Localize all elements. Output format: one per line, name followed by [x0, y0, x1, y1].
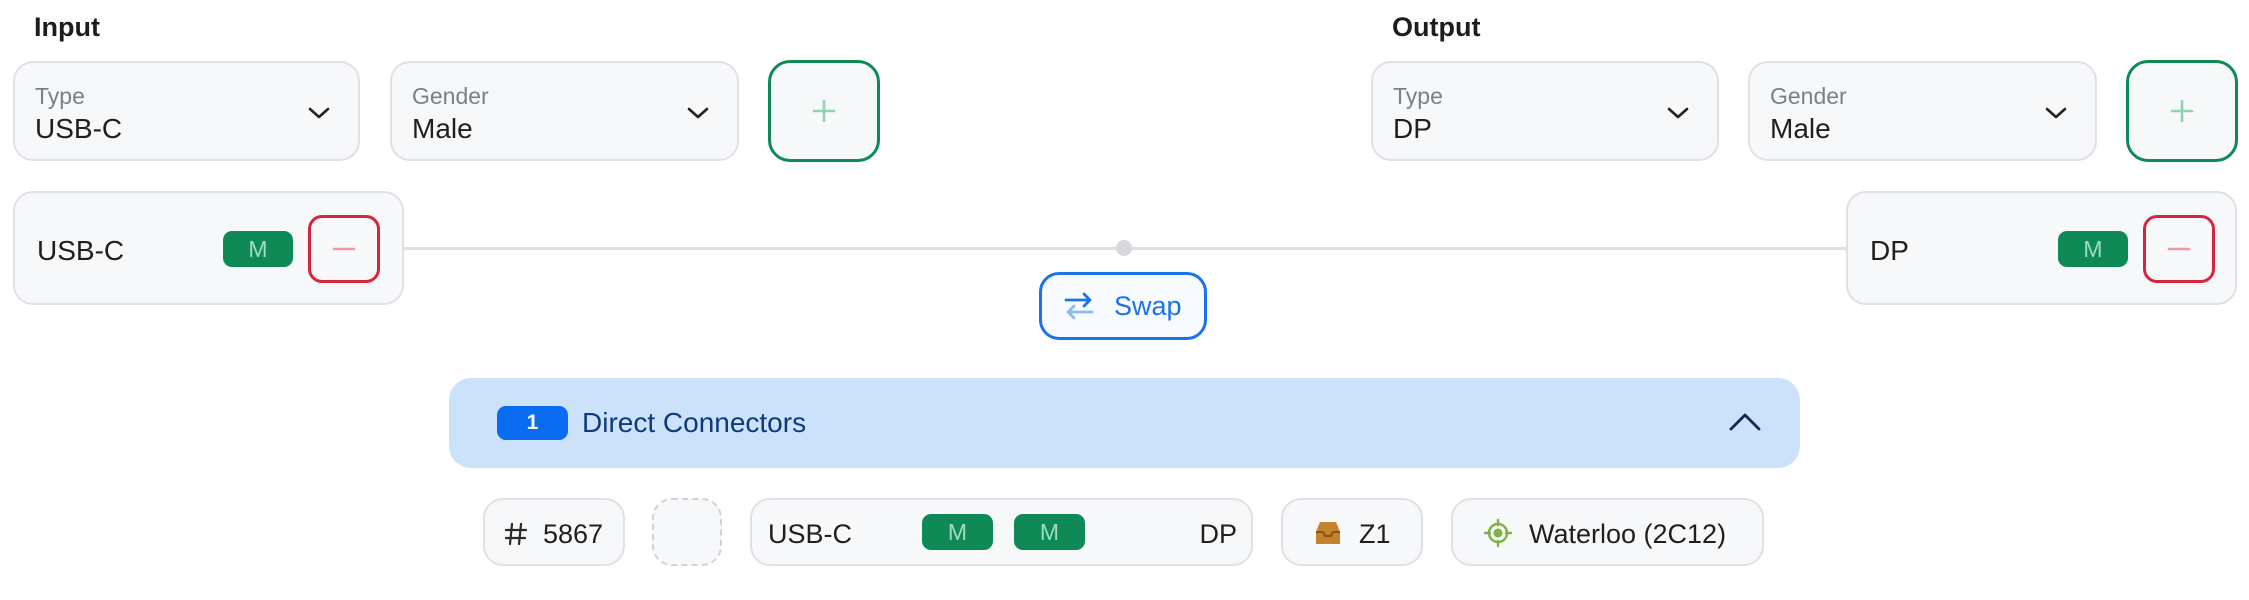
item-connector-chip: USB-C M M DP: [750, 498, 1253, 566]
chevron-down-icon: [308, 107, 330, 119]
item-to-gender-badge: M: [1014, 514, 1085, 550]
item-bin-chip: Z1: [1281, 498, 1423, 566]
direct-connectors-panel-header[interactable]: 1 Direct Connectors: [449, 378, 1800, 468]
output-type-select[interactable]: Type DP: [1371, 61, 1719, 161]
minus-icon: [332, 247, 356, 251]
input-type-label: Type: [35, 83, 85, 109]
connection-midpoint: [1116, 240, 1132, 256]
input-gender-value: Male: [412, 113, 473, 144]
output-connector-card: DP M: [1846, 191, 2237, 305]
input-section-title: Input: [34, 12, 100, 42]
input-type-value: USB-C: [35, 113, 123, 144]
output-section-title: Output: [1392, 12, 1481, 42]
input-type-select[interactable]: Type USB-C: [13, 61, 360, 161]
hash-icon: [504, 522, 528, 546]
location-target-icon: [1483, 518, 1513, 548]
swap-arrows-icon: [1064, 292, 1094, 320]
input-connector-card: USB-C M: [13, 191, 404, 305]
input-add-button[interactable]: [768, 60, 880, 162]
output-gender-value: Male: [1770, 113, 1831, 144]
input-connector-name: USB-C: [37, 235, 125, 266]
item-id-chip: 5867: [483, 498, 625, 566]
swap-button[interactable]: Swap: [1039, 272, 1207, 340]
output-connector-name: DP: [1870, 235, 1909, 266]
item-image-placeholder: [652, 498, 722, 566]
tray-icon: [1316, 522, 1340, 544]
minus-icon: [2167, 247, 2191, 251]
output-gender-label: Gender: [1770, 83, 1847, 109]
output-add-button[interactable]: [2126, 60, 2238, 162]
item-from-gender-badge: M: [922, 514, 993, 550]
chevron-down-icon: [1667, 107, 1689, 119]
panel-title: Direct Connectors: [582, 407, 807, 438]
output-gender-select[interactable]: Gender Male: [1748, 61, 2097, 161]
item-from-connector: USB-C: [768, 519, 853, 549]
output-type-label: Type: [1393, 83, 1443, 109]
chevron-down-icon: [2045, 107, 2067, 119]
item-location-chip: Waterloo (2C12): [1451, 498, 1764, 566]
plus-icon: [2170, 99, 2194, 123]
result-count-badge: 1: [497, 406, 568, 440]
item-location: Waterloo (2C12): [1529, 519, 1727, 549]
chevron-up-icon[interactable]: [1728, 411, 1762, 433]
output-gender-badge: M: [2058, 231, 2128, 267]
plus-icon: [812, 99, 836, 123]
input-remove-button[interactable]: [308, 215, 380, 283]
output-remove-button[interactable]: [2143, 215, 2215, 283]
output-type-value: DP: [1393, 113, 1432, 144]
input-gender-select[interactable]: Gender Male: [390, 61, 739, 161]
item-bin: Z1: [1359, 519, 1391, 549]
input-gender-badge: M: [223, 231, 293, 267]
chevron-down-icon: [687, 107, 709, 119]
swap-label: Swap: [1114, 290, 1182, 321]
input-gender-label: Gender: [412, 83, 489, 109]
item-id: 5867: [543, 519, 604, 549]
item-to-connector: DP: [1199, 519, 1237, 549]
